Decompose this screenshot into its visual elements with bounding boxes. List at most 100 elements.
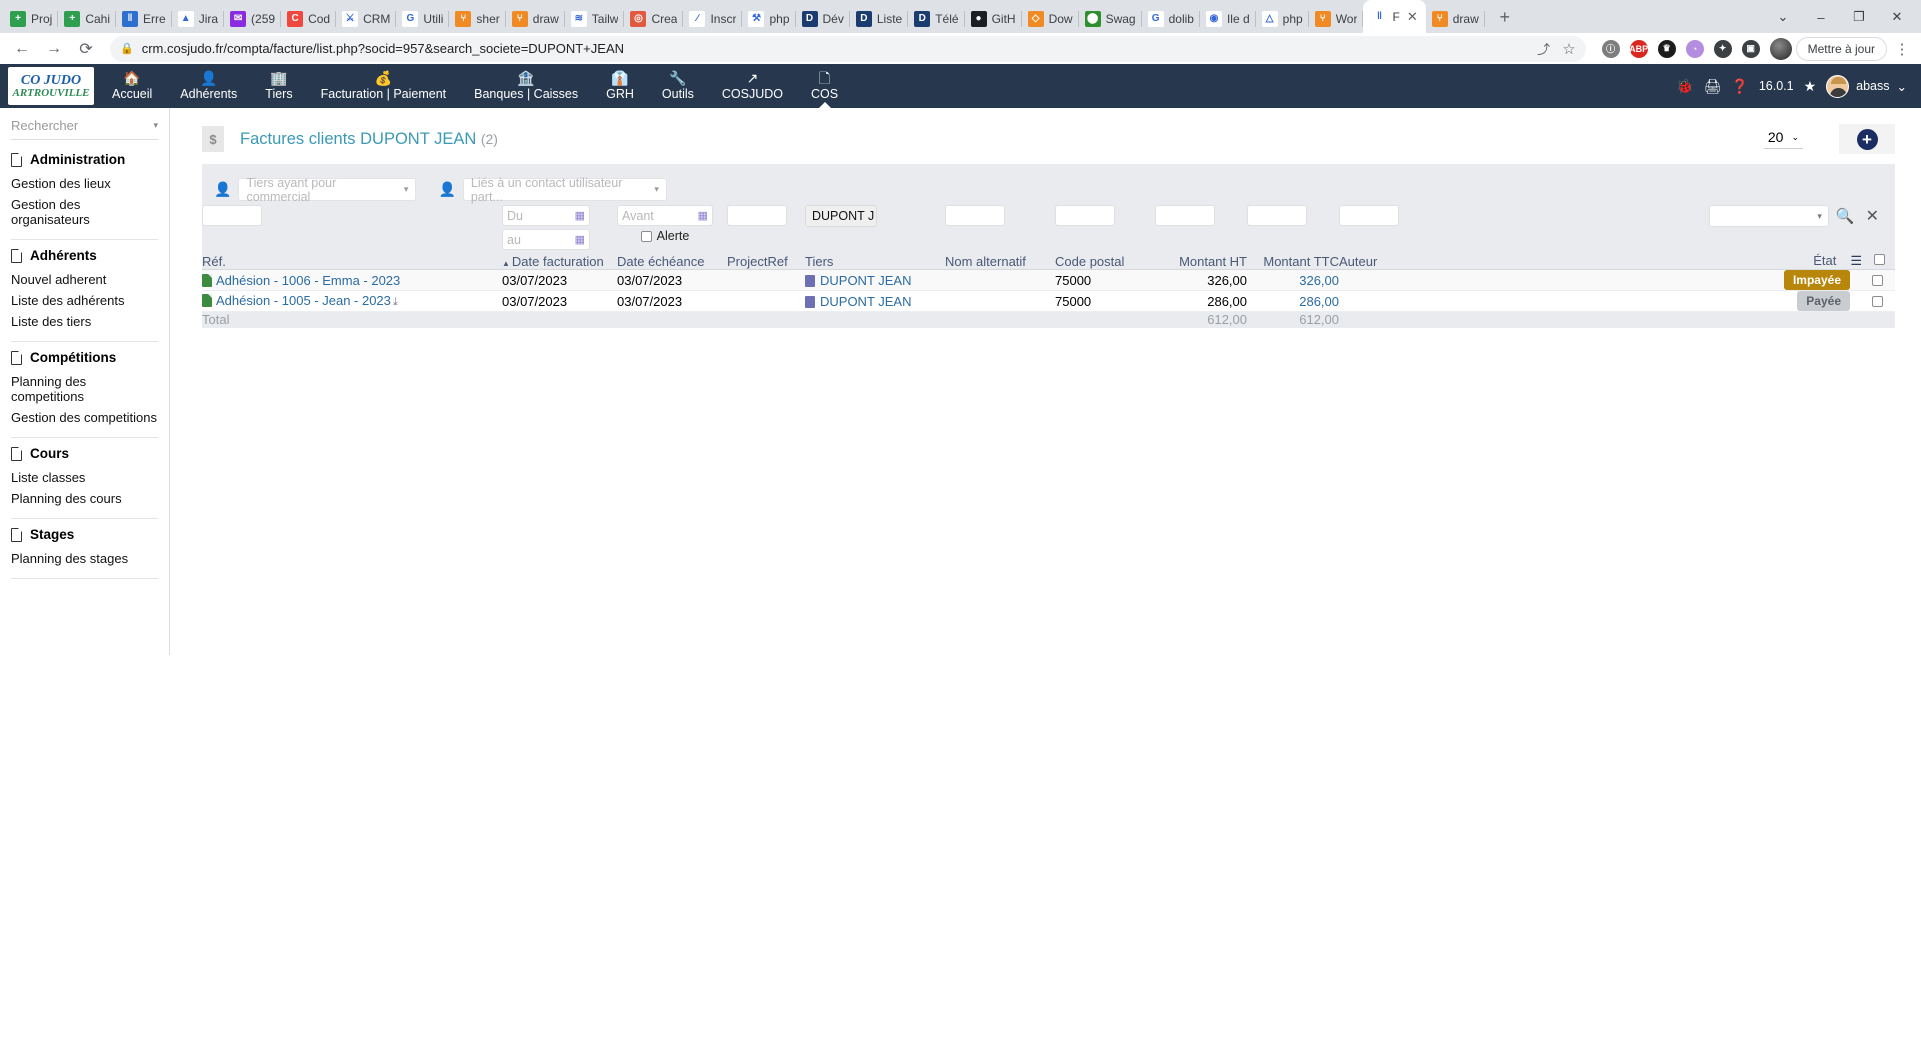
column-header-montant_ht[interactable]: Montant HT bbox=[1155, 253, 1247, 270]
bookmark-star-icon[interactable]: ☆ bbox=[1562, 40, 1575, 58]
column-header-ref[interactable]: Réf. bbox=[202, 253, 502, 270]
close-tab-icon[interactable]: ✕ bbox=[1407, 9, 1418, 25]
new-tab-button[interactable]: + bbox=[1491, 3, 1519, 31]
sidebar-item-planning-des-cours[interactable]: Planning des cours bbox=[11, 488, 158, 509]
browser-tab[interactable]: ● GitH bbox=[965, 4, 1022, 33]
nav-item-outils[interactable]: 🔧 Outils bbox=[648, 64, 708, 108]
back-icon[interactable]: ← bbox=[8, 35, 36, 63]
sidebar-item-nouvel-adherent[interactable]: Nouvel adherent bbox=[11, 269, 158, 290]
user-menu[interactable]: abass ⌄ bbox=[1826, 74, 1907, 98]
browser-tab[interactable]: ◇ Dow bbox=[1022, 4, 1079, 33]
browser-tab[interactable]: D Télé bbox=[908, 4, 965, 33]
sidepanel-toggle[interactable]: ▣ bbox=[1741, 39, 1760, 58]
sidebar-item-gestion-des-lieux[interactable]: Gestion des lieux bbox=[11, 173, 158, 194]
puzzle-extensions[interactable]: ✦ bbox=[1713, 39, 1732, 58]
browser-tab[interactable]: C Cod bbox=[281, 4, 337, 33]
sidebar-item-gestion-des-competitions[interactable]: Gestion des competitions bbox=[11, 407, 158, 428]
sidebar-group-title[interactable]: Stages bbox=[11, 527, 158, 542]
update-button[interactable]: Mettre à jour bbox=[1795, 36, 1887, 61]
code-postal-filter-input[interactable] bbox=[1055, 205, 1115, 226]
bug-icon[interactable]: 🐞 bbox=[1676, 78, 1693, 95]
row-checkbox[interactable] bbox=[1872, 295, 1883, 307]
nom-alternatif-filter-input[interactable] bbox=[945, 205, 1005, 226]
sidebar-item-gestion-des-organisateurs[interactable]: Gestion des organisateurs bbox=[11, 194, 158, 230]
cell-ref[interactable]: Adhésion - 1005 - Jean - 2023 ⤓ bbox=[202, 290, 502, 312]
column-header-montant_ttc[interactable]: Montant TTC bbox=[1247, 253, 1339, 270]
reload-icon[interactable]: ⟳ bbox=[72, 35, 100, 63]
ghostery-extension[interactable]: ⓘ bbox=[1601, 39, 1620, 58]
minimize-button[interactable]: – bbox=[1803, 5, 1839, 29]
new-invoice-button[interactable]: + bbox=[1839, 124, 1895, 154]
browser-tab[interactable]: ⬤ Swag bbox=[1079, 4, 1142, 33]
montant-ttc-filter-input[interactable] bbox=[1247, 205, 1307, 226]
tab-search-button[interactable]: ⌄ bbox=[1765, 5, 1801, 29]
cell-tiers[interactable]: DUPONT JEAN bbox=[805, 269, 945, 291]
forward-icon[interactable]: → bbox=[40, 35, 68, 63]
browser-tab[interactable]: ◎ Crea bbox=[624, 4, 684, 33]
browser-tab[interactable]: D Liste bbox=[850, 4, 909, 33]
browser-tab[interactable]: + Cahi bbox=[58, 4, 116, 33]
chrome-menu-icon[interactable]: ⋮ bbox=[1891, 40, 1913, 58]
nav-item-accueil[interactable]: 🏠 Accueil bbox=[98, 64, 166, 108]
alert-checkbox-wrap[interactable]: Alerte bbox=[617, 229, 713, 243]
calendar-icon[interactable]: ▦ bbox=[698, 209, 708, 222]
browser-tab[interactable]: ◉ Ile d bbox=[1200, 4, 1256, 33]
etat-filter-select[interactable]: ▾ bbox=[1708, 205, 1829, 227]
date-to-input[interactable]: au ▦ bbox=[502, 229, 590, 250]
sidebar-item-liste-classes[interactable]: Liste classes bbox=[11, 467, 158, 488]
browser-tab[interactable]: ▲ Jira bbox=[172, 4, 225, 33]
sidebar-item-liste-des-adh-rents[interactable]: Liste des adhérents bbox=[11, 290, 158, 311]
nav-item-tiers[interactable]: 🏢 Tiers bbox=[251, 64, 306, 108]
calendar-icon[interactable]: ▦ bbox=[575, 233, 585, 246]
grammarly-extension[interactable]: ◔ bbox=[1685, 39, 1704, 58]
clear-filters-icon[interactable]: ✕ bbox=[1862, 206, 1883, 226]
cell-montant-ttc[interactable]: 286,00 bbox=[1247, 290, 1339, 312]
nav-item-banques-caisses[interactable]: 🏦 Banques | Caisses bbox=[460, 64, 592, 108]
tiers-filter-input[interactable]: DUPONT J bbox=[805, 205, 877, 227]
column-header-projectref[interactable]: ProjectRef bbox=[727, 253, 805, 270]
nav-item-cos[interactable]: 🗋 COS bbox=[797, 64, 852, 109]
calendar-icon[interactable]: ▦ bbox=[575, 209, 585, 222]
search-icon[interactable]: 🔍 bbox=[1831, 207, 1860, 225]
chrome-profile-avatar[interactable] bbox=[1769, 37, 1792, 60]
montant-ht-filter-input[interactable] bbox=[1155, 205, 1215, 226]
browser-tab[interactable]: ⑂ Wor bbox=[1309, 4, 1364, 33]
sidebar-group-title[interactable]: Administration bbox=[11, 152, 158, 167]
browser-tab[interactable]: ⑂ draw bbox=[1426, 4, 1485, 33]
column-header-nom_alternatif[interactable]: Nom alternatif bbox=[945, 253, 1055, 270]
print-icon[interactable]: 🖨 bbox=[1704, 78, 1722, 95]
auteur-filter-input[interactable] bbox=[1339, 205, 1399, 226]
select-all-checkbox[interactable] bbox=[1874, 254, 1885, 265]
adblock-plus-extension[interactable]: ABP bbox=[1629, 39, 1648, 58]
table-row[interactable]: Adhésion - 1005 - Jean - 2023 ⤓ 03/07/2023… bbox=[202, 290, 1895, 312]
app-logo[interactable]: CO JUDO ARTROUVILLE bbox=[8, 67, 94, 105]
browser-tab[interactable]: ⚒ php bbox=[742, 4, 796, 33]
due-before-input[interactable]: Avant ▦ bbox=[617, 205, 713, 226]
tiers-link[interactable]: DUPONT JEAN bbox=[820, 273, 912, 288]
contact-filter-select[interactable]: Liés à un contact utilisateur part... ▾ bbox=[462, 176, 667, 204]
address-bar[interactable]: 🔒 crm.cosjudo.fr/compta/facture/list.php… bbox=[110, 35, 1586, 62]
browser-tab[interactable]: ‖ F ✕ bbox=[1363, 0, 1426, 33]
maximize-button[interactable]: ❐ bbox=[1841, 5, 1877, 29]
sidebar-item-planning-des-stages[interactable]: Planning des stages bbox=[11, 548, 158, 569]
browser-tab[interactable]: ∕ Inscr bbox=[683, 4, 743, 33]
table-row[interactable]: Adhésion - 1006 - Emma - 2023 03/07/2023 0… bbox=[202, 269, 1895, 291]
column-header-date_echeance[interactable]: Date échéance bbox=[617, 253, 727, 270]
cell-tiers[interactable]: DUPONT JEAN bbox=[805, 290, 945, 312]
honey-extension[interactable]: ♛ bbox=[1657, 39, 1676, 58]
help-icon[interactable]: ❓ bbox=[1731, 78, 1748, 95]
nav-item-grh[interactable]: 👔 GRH bbox=[592, 64, 648, 108]
alert-checkbox[interactable] bbox=[640, 230, 652, 242]
column-picker-icon[interactable]: ☰ bbox=[1850, 253, 1862, 268]
projectref-filter-input[interactable] bbox=[727, 205, 787, 226]
close-window-button[interactable]: ✕ bbox=[1879, 5, 1915, 29]
invoice-ref-link[interactable]: Adhésion - 1005 - Jean - 2023 bbox=[216, 293, 391, 308]
browser-tab[interactable]: ‖ Erre bbox=[116, 4, 172, 33]
date-from-input[interactable]: Du ▦ bbox=[502, 205, 590, 226]
browser-tab[interactable]: G Utili bbox=[396, 4, 450, 33]
download-pdf-icon[interactable]: ⤓ bbox=[393, 296, 398, 308]
browser-tab[interactable]: ≋ Tailw bbox=[565, 4, 625, 33]
sidebar-group-title[interactable]: Adhérents bbox=[11, 248, 158, 263]
browser-tab[interactable]: ⚔ CRM bbox=[336, 4, 397, 33]
browser-tab[interactable]: ⑂ sher bbox=[449, 4, 507, 33]
